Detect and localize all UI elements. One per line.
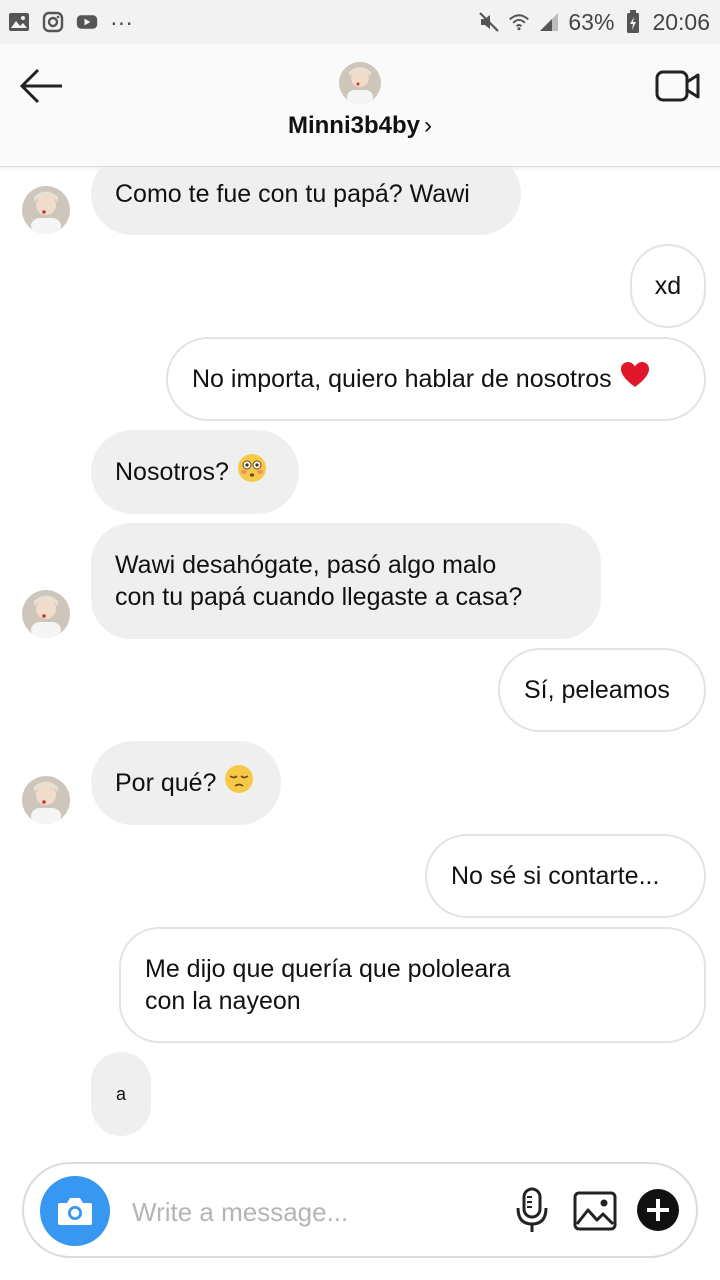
clock: 20:06 — [652, 8, 710, 35]
heart-emoji-icon — [620, 361, 650, 397]
message-text: Nosotros? — [115, 458, 229, 486]
message-bubble-incoming[interactable]: Por qué? — [91, 741, 281, 825]
message-text: Sí, peleamos — [524, 676, 670, 704]
message-bubble-outgoing[interactable]: Me dijo que quería que pololeara con la … — [119, 927, 706, 1043]
message-text-line-2: con tu papá cuando llegaste a casa? — [115, 583, 523, 611]
username: Minni3b4by — [287, 112, 420, 139]
message-bubble-incoming[interactable]: Como te fue con tu papá? Wawi — [91, 167, 521, 235]
flushed-face-emoji-icon — [237, 453, 267, 491]
sender-avatar[interactable] — [22, 590, 70, 638]
message-bubble-incoming[interactable]: a — [91, 1052, 151, 1136]
message-bubble-incoming[interactable]: Wawi desahógate, pasó algo malo con tu p… — [91, 523, 601, 639]
gallery-button[interactable] — [572, 1188, 618, 1234]
message-text-line-1: Me dijo que quería que pololeara — [145, 955, 511, 983]
chevron-right-icon: › — [424, 112, 432, 139]
gallery-notification-icon — [8, 11, 30, 33]
video-call-icon — [655, 70, 700, 102]
status-bar: ··· 63% 20:06 — [0, 0, 720, 44]
microphone-button[interactable] — [512, 1186, 552, 1234]
signal-icon — [538, 11, 560, 33]
camera-button[interactable] — [40, 1176, 110, 1246]
message-text-line-2: con la nayeon — [145, 987, 301, 1015]
header-avatar[interactable] — [339, 62, 381, 104]
youtube-notification-icon — [76, 11, 98, 33]
message-text: Por qué? — [115, 769, 217, 797]
message-bubble-outgoing[interactable]: Sí, peleamos — [498, 648, 706, 732]
back-button[interactable] — [18, 66, 66, 106]
arrow-left-icon — [19, 68, 62, 104]
message-composer — [22, 1162, 698, 1258]
gallery-icon — [573, 1191, 617, 1231]
battery-percent: 63% — [568, 8, 615, 35]
wifi-icon — [508, 11, 530, 33]
battery-icon — [622, 10, 644, 33]
message-bubble-outgoing[interactable]: No sé si contarte... — [425, 834, 706, 918]
username-link[interactable]: Minni3b4by › — [0, 112, 720, 140]
message-text-line-1: Wawi desahógate, pasó algo malo — [115, 551, 497, 579]
sender-avatar[interactable] — [22, 186, 70, 234]
instagram-notification-icon — [42, 11, 64, 33]
more-options-button[interactable] — [636, 1188, 680, 1232]
pensive-face-emoji-icon — [224, 764, 254, 802]
message-bubble-outgoing[interactable]: xd — [630, 244, 706, 328]
plus-icon — [637, 1189, 679, 1231]
message-text: No importa, quiero hablar de nosotros — [192, 365, 612, 393]
message-bubble-outgoing[interactable]: No importa, quiero hablar de nosotros — [166, 337, 706, 421]
message-text: a — [115, 1084, 126, 1104]
message-bubble-incoming[interactable]: Nosotros? — [91, 430, 299, 514]
message-text: Como te fue con tu papá? Wawi — [115, 180, 470, 208]
message-input[interactable] — [130, 1186, 504, 1238]
message-text: xd — [654, 272, 682, 300]
camera-icon — [58, 1198, 92, 1225]
conversation-header: Minni3b4by › — [0, 44, 720, 167]
message-list[interactable]: Como te fue con tu papá? Wawi xd No impo… — [0, 167, 720, 1157]
message-text: No sé si contarte... — [451, 862, 660, 890]
more-notifications-icon: ··· — [110, 8, 133, 35]
sender-avatar[interactable] — [22, 776, 70, 824]
microphone-icon — [516, 1187, 548, 1232]
video-call-button[interactable] — [654, 66, 702, 106]
mute-icon — [478, 11, 500, 33]
